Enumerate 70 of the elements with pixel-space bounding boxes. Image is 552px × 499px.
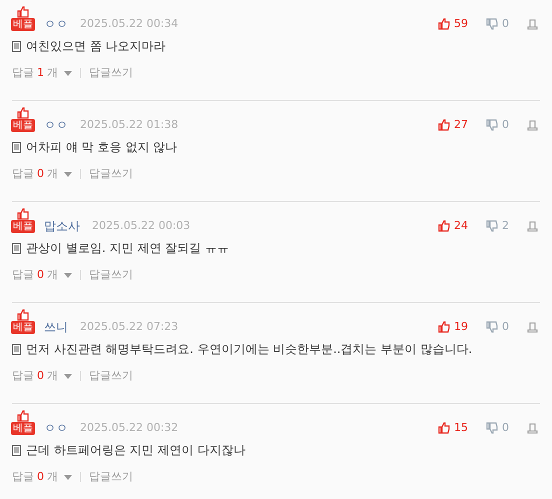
best-badge: 베플 [11,18,35,31]
report-icon[interactable] [527,322,538,332]
thumbs-up-icon[interactable] [438,220,450,232]
best-badge: 베플 [11,422,35,435]
memo-icon [12,142,21,152]
best-badge: 베플 [11,220,35,233]
like-count: 24 [454,219,468,233]
replies-toggle[interactable]: 답글 1 개 [12,66,72,80]
report-icon[interactable] [527,422,538,434]
comment-date: 2025.05.22 07:23 [80,320,178,334]
best-badge: 베플 [11,119,35,132]
write-reply-link[interactable]: 답글쓰기 [89,66,133,80]
replies-toggle[interactable]: 답글 0 개 [12,268,72,282]
thumbs-up-icon [17,410,29,422]
replies-toggle[interactable]: 답글 0 개 [12,369,72,383]
comment-text: 어차피 얘 막 호응 없지 않나 [26,139,178,155]
thumbs-up-icon[interactable] [438,18,450,30]
comment-text: 관상이 별로임. 지민 제연 잘되길 ㅠㅠ [26,240,229,256]
thumbs-down-icon[interactable] [486,422,498,434]
like-count: 19 [454,320,468,334]
dislike-count: 2 [502,219,509,233]
thumbs-up-icon [17,107,29,119]
caret-icon [64,272,72,278]
like-count: 27 [454,118,468,132]
author-name[interactable]: ㅇㅇ [44,421,68,435]
comment-text: 근데 하트페어링은 지민 제연이 다지잖나 [26,442,246,458]
caret-icon [64,70,72,76]
memo-icon [12,444,21,456]
caret-icon [64,172,72,176]
thumbs-up-icon[interactable] [438,422,450,434]
replies-toggle[interactable]: 답글 0 개 [12,167,72,181]
dislike-count: 0 [502,421,509,435]
comment-date: 2025.05.22 00:03 [92,219,190,233]
memo-icon [12,40,21,52]
report-icon[interactable] [527,220,538,232]
replies-toggle[interactable]: 답글 0 개 [12,470,72,484]
dislike-count: 0 [502,118,509,132]
like-count: 59 [454,17,468,31]
thumbs-down-icon[interactable] [486,321,498,333]
author-name[interactable]: 맙소사 [44,219,80,233]
report-icon[interactable] [527,120,538,130]
thumbs-up-icon[interactable] [438,321,450,333]
thumbs-up-icon [17,6,29,18]
memo-icon [12,242,21,254]
thumbs-up-icon[interactable] [438,119,450,131]
memo-icon [12,344,21,354]
comment-text: 먼저 사진관련 해명부탁드려요. 우연이기에는 비슷한부분..겹치는 부분이 많습니다. [26,341,472,357]
caret-icon [64,474,72,480]
thumbs-up-icon [17,309,29,321]
comment-date: 2025.05.22 00:32 [80,421,178,435]
thumbs-down-icon[interactable] [486,18,498,30]
dislike-count: 0 [502,17,509,31]
report-icon[interactable] [527,18,538,30]
like-count: 15 [454,421,468,435]
write-reply-link[interactable]: 답글쓰기 [89,470,133,484]
write-reply-link[interactable]: 답글쓰기 [89,268,133,282]
write-reply-link[interactable]: 답글쓰기 [89,369,133,383]
author-name[interactable]: ㅇㅇ [44,17,68,31]
thumbs-down-icon[interactable] [486,119,498,131]
dislike-count: 0 [502,320,509,334]
thumbs-down-icon[interactable] [486,220,498,232]
comment-date: 2025.05.22 00:34 [80,17,178,31]
best-badge: 베플 [11,321,35,334]
author-name[interactable]: 쓰니 [44,320,68,334]
write-reply-link[interactable]: 답글쓰기 [89,167,133,181]
thumbs-up-icon [17,208,29,220]
comment-text: 여친있으면 쫌 나오지마라 [26,38,166,54]
caret-icon [64,374,72,378]
comment-date: 2025.05.22 01:38 [80,118,178,132]
author-name[interactable]: ㅇㅇ [44,118,68,132]
